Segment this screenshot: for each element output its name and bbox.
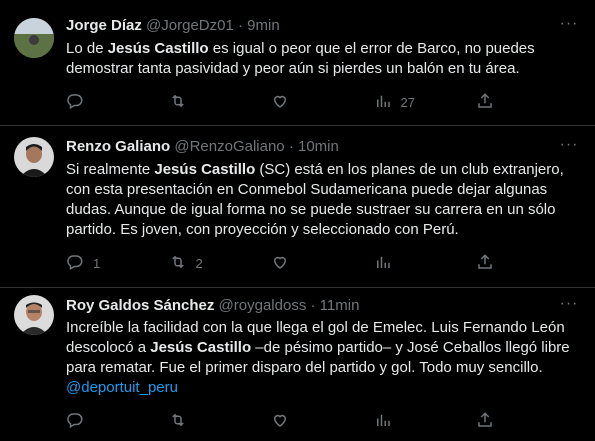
heart-icon — [271, 253, 289, 274]
share-button[interactable] — [476, 411, 496, 431]
text-segment: Si realmente — [66, 161, 155, 178]
share-icon — [476, 253, 494, 274]
share-icon — [476, 411, 494, 432]
reply-icon — [66, 253, 84, 274]
more-icon[interactable]: ··· — [557, 295, 581, 317]
action-bar: 1 2 — [66, 253, 496, 273]
like-button[interactable] — [271, 253, 351, 273]
retweet-icon — [169, 92, 187, 113]
like-button[interactable] — [271, 92, 351, 112]
handle[interactable]: @JorgeDz01 — [146, 17, 234, 34]
handle[interactable]: @RenzoGaliano — [174, 138, 284, 155]
tweet-text: Increíble la facilidad con la que llega … — [66, 318, 581, 398]
views-icon — [374, 253, 392, 274]
share-button[interactable] — [476, 92, 496, 112]
views-button[interactable] — [374, 253, 454, 273]
tweet-header: Renzo Galiano @RenzoGaliano · 10min — [66, 136, 339, 158]
display-name[interactable]: Roy Galdos Sánchez — [66, 297, 214, 314]
more-icon[interactable]: ··· — [557, 15, 581, 37]
tweet-header: Jorge Díaz @JorgeDz01 · 9min — [66, 15, 280, 37]
retweet-count: 2 — [195, 255, 203, 271]
share-button[interactable] — [476, 253, 496, 273]
like-button[interactable] — [271, 411, 351, 431]
separator: · — [237, 17, 243, 34]
highlighted-name: Jesús Castillo — [150, 339, 252, 356]
share-icon — [476, 92, 494, 113]
views-button[interactable]: 27 — [374, 92, 454, 112]
retweet-icon — [169, 411, 187, 432]
separator: · — [288, 138, 294, 155]
handle[interactable]: @roygaldoss — [219, 297, 307, 314]
heart-icon — [271, 92, 289, 113]
avatar[interactable] — [14, 137, 54, 177]
timestamp[interactable]: 9min — [247, 17, 280, 34]
reply-icon — [66, 92, 84, 113]
heart-icon — [271, 411, 289, 432]
reply-button[interactable] — [66, 92, 146, 112]
display-name[interactable]: Renzo Galiano — [66, 138, 170, 155]
tweet[interactable]: Jorge Díaz @JorgeDz01 · 9min ··· Lo de J… — [0, 0, 595, 126]
retweet-button[interactable] — [169, 92, 249, 112]
retweet-icon — [169, 253, 187, 274]
tweet[interactable]: Renzo Galiano @RenzoGaliano · 10min ··· … — [0, 125, 595, 288]
views-icon — [374, 411, 392, 432]
retweet-button[interactable]: 2 — [169, 253, 249, 273]
avatar[interactable] — [14, 18, 54, 58]
timestamp[interactable]: 11min — [320, 297, 360, 314]
more-icon[interactable]: ··· — [557, 136, 581, 158]
reply-icon — [66, 411, 84, 432]
separator: · — [310, 297, 316, 314]
tweet-text: Si realmente Jesús Castillo (SC) está en… — [66, 160, 581, 240]
highlighted-name: Jesús Castillo — [107, 40, 209, 57]
highlighted-name: Jesús Castillo — [154, 161, 256, 178]
avatar[interactable] — [14, 295, 54, 335]
tweet-header: Roy Galdos Sánchez @roygaldoss · 11min — [66, 295, 359, 317]
retweet-button[interactable] — [169, 411, 249, 431]
mention-link[interactable]: @deportuit_peru — [66, 379, 178, 396]
display-name[interactable]: Jorge Díaz — [66, 17, 142, 34]
tweet[interactable]: Roy Galdos Sánchez @roygaldoss · 11min ·… — [0, 287, 595, 441]
reply-button[interactable] — [66, 411, 146, 431]
tweet-text: Lo de Jesús Castillo es igual o peor que… — [66, 39, 581, 79]
reply-count: 1 — [93, 255, 101, 271]
action-bar: 27 — [66, 92, 496, 112]
timestamp[interactable]: 10min — [298, 138, 339, 155]
views-icon — [374, 92, 392, 113]
action-bar — [66, 411, 496, 431]
text-segment: Lo de — [66, 40, 108, 57]
views-button[interactable] — [374, 411, 454, 431]
reply-button[interactable]: 1 — [66, 253, 146, 273]
views-count: 27 — [400, 94, 415, 110]
